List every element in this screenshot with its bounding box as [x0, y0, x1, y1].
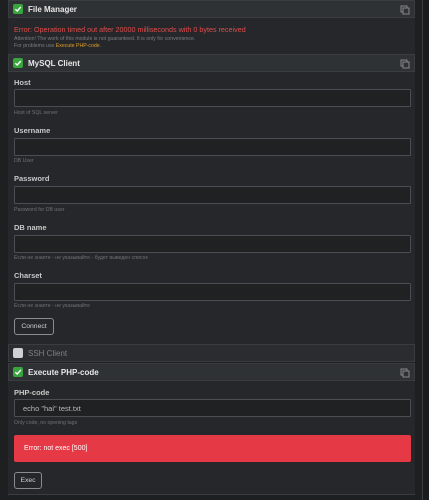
file-manager-title: File Manager — [28, 4, 77, 14]
file-manager-header[interactable]: File Manager — [8, 0, 415, 18]
php-code-hint: Only code, no opening tags — [14, 420, 78, 426]
ssh-client-checkbox[interactable] — [13, 348, 23, 358]
charset-hint: Если не знаете - не указывайте — [14, 303, 90, 309]
host-hint: Host of SQL server — [14, 110, 58, 116]
check-icon — [14, 6, 22, 13]
check-icon — [14, 60, 22, 67]
error-alert: Error: not exec [500] — [14, 435, 411, 462]
file-manager-error: Error: Operation timed out after 20000 m… — [14, 25, 246, 34]
check-icon — [14, 369, 22, 376]
execute-php-link[interactable]: Execute PHP-code — [56, 43, 100, 49]
username-hint: DB User — [14, 158, 34, 164]
scrollbar[interactable] — [423, 0, 429, 500]
password-input[interactable] — [14, 186, 411, 204]
db-name-label: DB name — [14, 223, 47, 232]
php-code-label: PHP-code — [14, 388, 50, 397]
password-hint: Password for DB user — [14, 207, 65, 213]
execute-php-header[interactable]: Execute PHP-code — [8, 363, 415, 381]
mysql-client-checkbox[interactable] — [13, 58, 23, 68]
charset-label: Charset — [14, 271, 42, 280]
file-manager-note: Attention! The work of this module is no… — [14, 36, 196, 42]
file-manager-note-2: For problems use Execute PHP-code. — [14, 43, 102, 49]
db-name-hint: Если не знаете - не указывайте - будет в… — [14, 255, 148, 261]
ssh-client-header[interactable]: SSH Client — [8, 344, 415, 362]
execute-php-title: Execute PHP-code — [28, 367, 99, 377]
divider — [8, 494, 415, 495]
username-input[interactable] — [14, 138, 411, 156]
copy-icon[interactable] — [400, 368, 410, 378]
mysql-client-header[interactable]: MySQL Client — [8, 54, 415, 72]
php-code-input[interactable]: echo "hai" test.txt — [14, 399, 411, 417]
charset-input[interactable] — [14, 283, 411, 301]
host-label: Host — [14, 78, 31, 87]
file-manager-checkbox[interactable] — [13, 4, 23, 14]
host-input[interactable] — [14, 89, 411, 107]
copy-icon[interactable] — [400, 59, 410, 69]
ssh-client-title: SSH Client — [28, 348, 68, 358]
exec-button[interactable]: Exec — [14, 472, 42, 489]
mysql-client-title: MySQL Client — [28, 58, 80, 68]
password-label: Password — [14, 174, 50, 183]
db-name-input[interactable] — [14, 235, 411, 253]
execute-php-checkbox[interactable] — [13, 367, 23, 377]
connect-button[interactable]: Connect — [14, 318, 54, 335]
copy-icon[interactable] — [400, 5, 410, 15]
username-label: Username — [14, 126, 51, 135]
